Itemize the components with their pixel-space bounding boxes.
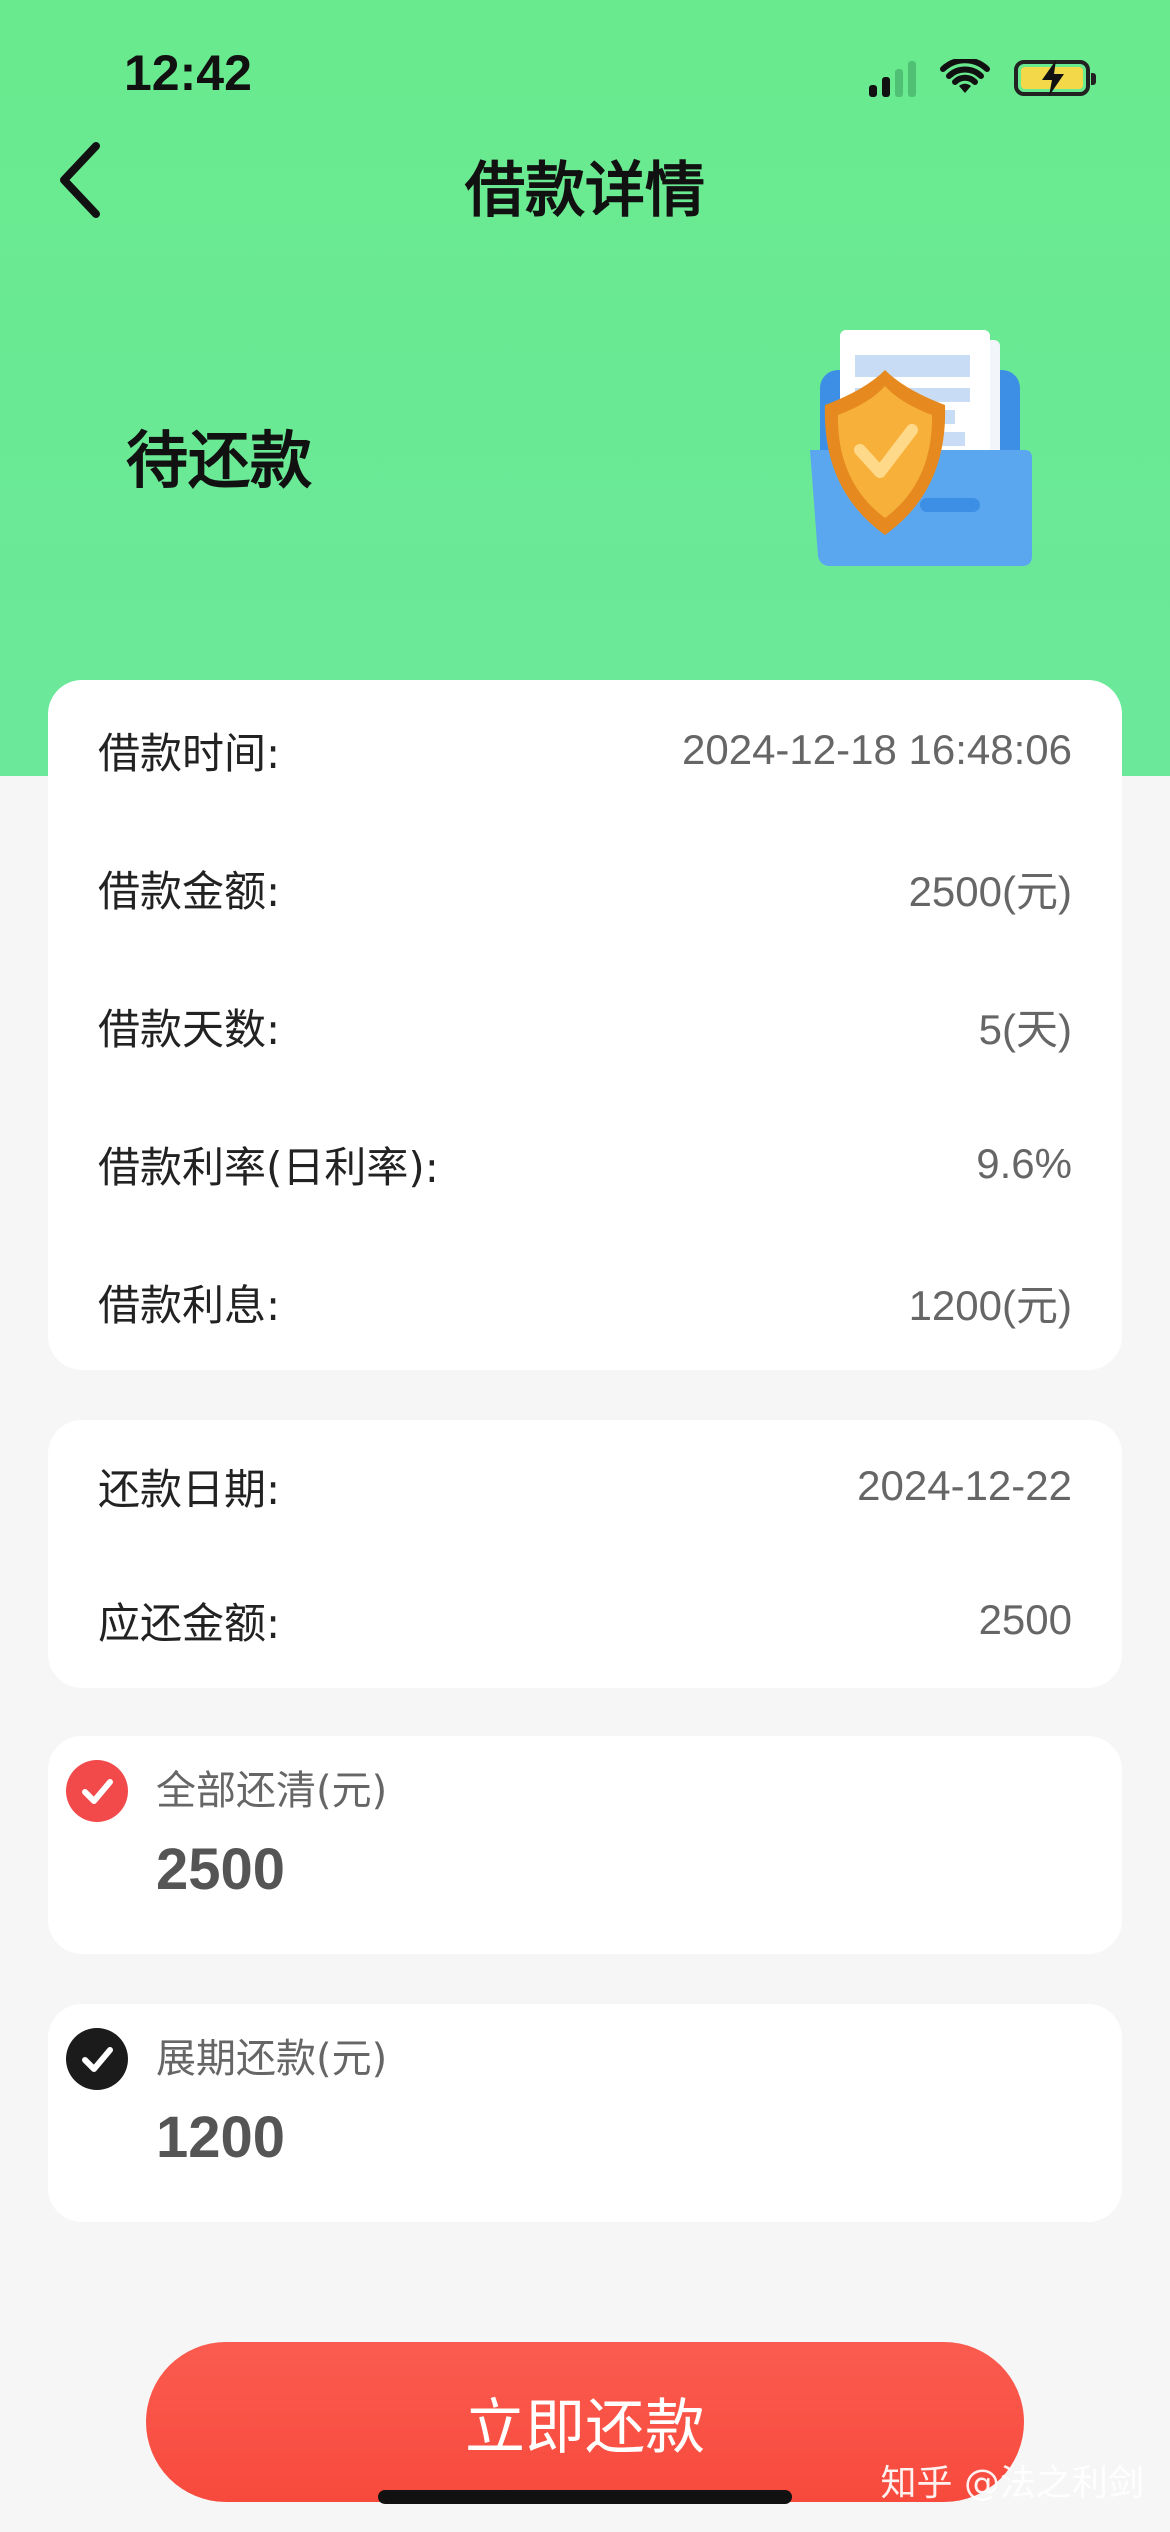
- repayment-label: 还款日期:: [98, 1464, 281, 1514]
- detail-row-days: 借款天数: 5(天): [98, 996, 1072, 1056]
- detail-label: 借款时间:: [98, 728, 281, 778]
- battery-icon: [1014, 60, 1096, 96]
- nav-bar: 借款详情: [0, 130, 1170, 240]
- option-amount: 1200: [156, 2105, 286, 2170]
- repayment-value: 2500: [978, 1596, 1072, 1643]
- detail-value: 1200(元): [908, 1281, 1072, 1329]
- loan-details-card: 借款时间: 2024-12-18 16:48:06 借款金额: 2500(元) …: [48, 680, 1122, 1370]
- detail-value: 5(天): [978, 1005, 1072, 1053]
- status-icons: [869, 56, 1096, 100]
- detail-label: 借款利息:: [98, 1280, 281, 1330]
- repayment-row-amount: 应还金额: 2500: [98, 1590, 1072, 1650]
- option-amount: 2500: [156, 1837, 286, 1902]
- document-shield-icon: [810, 330, 1032, 566]
- detail-row-amount: 借款金额: 2500(元): [98, 858, 1072, 918]
- check-circle-icon[interactable]: [66, 2028, 128, 2090]
- repayment-value: 2024-12-22: [857, 1462, 1072, 1509]
- detail-row-rate: 借款利率(日利率): 9.6%: [98, 1134, 1072, 1194]
- page-title: 借款详情: [465, 156, 705, 226]
- detail-label: 借款利率(日利率):: [98, 1142, 439, 1192]
- status-time: 12:42: [124, 45, 252, 101]
- signal-icon: [869, 59, 916, 97]
- home-indicator: [378, 2490, 792, 2504]
- detail-row-time: 借款时间: 2024-12-18 16:48:06: [98, 720, 1072, 780]
- option-label: 展期还款(元): [156, 2036, 388, 2082]
- detail-label: 借款金额:: [98, 866, 281, 916]
- repayment-card: 还款日期: 2024-12-22 应还金额: 2500: [48, 1420, 1122, 1688]
- check-circle-icon[interactable]: [66, 1760, 128, 1822]
- option-extension-repay[interactable]: 展期还款(元) 1200: [48, 2004, 1122, 2222]
- watermark: 知乎 @法之利剑: [880, 2463, 1144, 2504]
- option-label: 全部还清(元): [156, 1768, 388, 1814]
- detail-label: 借款天数:: [98, 1004, 281, 1054]
- status-bar: 12:42: [0, 0, 1170, 150]
- detail-row-interest: 借款利息: 1200(元): [98, 1272, 1072, 1332]
- wifi-icon: [940, 59, 990, 93]
- detail-value: 2024-12-18 16:48:06: [682, 726, 1072, 773]
- detail-value: 2500(元): [908, 867, 1072, 915]
- repayment-label: 应还金额:: [98, 1598, 281, 1648]
- detail-value: 9.6%: [976, 1140, 1072, 1187]
- loan-status: 待还款: [126, 424, 313, 497]
- repayment-row-date: 还款日期: 2024-12-22: [98, 1456, 1072, 1516]
- option-full-repay[interactable]: 全部还清(元) 2500: [48, 1736, 1122, 1954]
